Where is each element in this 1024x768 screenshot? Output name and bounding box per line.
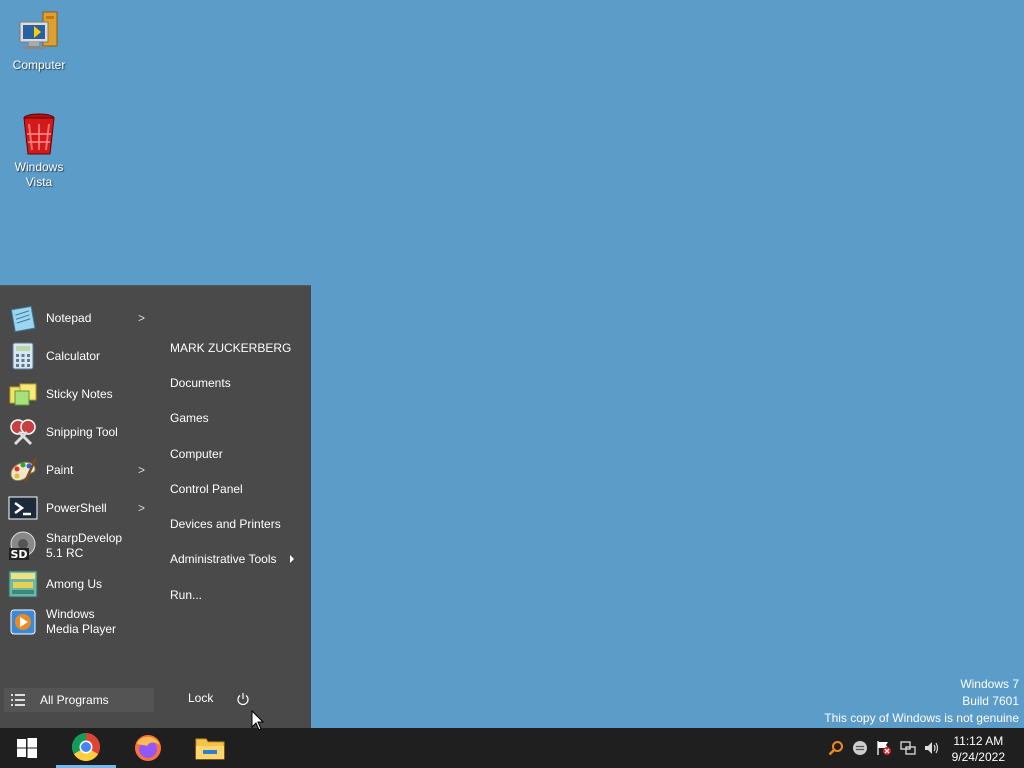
submenu-arrow-icon <box>290 555 294 564</box>
powershell-icon <box>8 496 38 520</box>
place-administrative-tools[interactable]: Administrative Tools <box>157 542 311 577</box>
desktop-icon-label: Windows Vista <box>14 160 64 189</box>
search-icon[interactable] <box>828 740 844 756</box>
desktop-icon-windows-vista[interactable]: Windows Vista <box>3 110 75 190</box>
place-computer[interactable]: Computer <box>157 436 311 471</box>
windows-logo-icon <box>17 738 37 758</box>
program-label: Among Us <box>46 576 103 591</box>
folder-icon <box>195 738 225 760</box>
clock-time: 11:12 AM <box>953 734 1004 748</box>
system-tray <box>828 728 948 768</box>
notepad-icon <box>10 305 36 333</box>
chrome-icon <box>72 732 100 761</box>
program-paint[interactable]: Paint > <box>0 451 155 489</box>
taskbar-firefox[interactable] <box>118 728 178 768</box>
place-label: Computer <box>170 446 223 461</box>
all-programs-button[interactable]: All Programs <box>4 688 154 712</box>
paint-icon <box>10 457 38 483</box>
volume-icon[interactable] <box>924 740 940 756</box>
list-icon <box>11 694 25 706</box>
among-us-icon <box>8 570 38 598</box>
taskbar: 11:12 AM 9/24/2022 <box>0 728 1024 768</box>
mouse-cursor-icon <box>251 710 264 731</box>
sticky-notes-icon <box>9 383 37 406</box>
program-label: Calculator <box>46 348 101 363</box>
taskbar-clock[interactable]: 11:12 AM 9/24/2022 <box>952 733 1005 765</box>
chat-icon[interactable] <box>852 740 868 756</box>
snipping-tool-icon <box>10 419 36 446</box>
places-list: MARK ZUCKERBERG Documents Games Computer… <box>157 330 311 612</box>
power-icon[interactable] <box>236 692 250 706</box>
place-user-folder[interactable]: MARK ZUCKERBERG <box>157 330 311 365</box>
place-label: Control Panel <box>170 481 243 496</box>
program-label: SharpDevelop 5.1 RC <box>46 531 123 560</box>
place-label: Devices and Printers <box>170 517 281 532</box>
action-center-flag-icon[interactable] <box>876 740 892 756</box>
program-calculator[interactable]: Calculator <box>0 337 155 375</box>
watermark-genuine-notice: This copy of Windows is not genuine <box>824 711 1019 725</box>
place-documents[interactable]: Documents <box>157 365 311 400</box>
chevron-right-icon[interactable]: > <box>138 311 145 325</box>
program-label: Paint <box>46 462 74 477</box>
place-games[interactable]: Games <box>157 401 311 436</box>
program-label: Windows Media Player <box>46 607 117 636</box>
computer-icon <box>15 8 63 56</box>
place-run[interactable]: Run... <box>157 577 311 612</box>
program-powershell[interactable]: PowerShell > <box>0 489 155 527</box>
svg-text:SD: SD <box>10 548 27 561</box>
desktop-icon-label: Computer <box>12 58 66 72</box>
program-list: Notepad > Calculator Sticky Notes Snippi… <box>0 299 155 641</box>
place-label: Administrative Tools <box>170 552 277 567</box>
clock-date: 9/24/2022 <box>951 750 1005 764</box>
media-player-icon <box>10 609 36 635</box>
place-label: MARK ZUCKERBERG <box>170 340 292 355</box>
chevron-right-icon[interactable]: > <box>138 463 145 477</box>
program-sticky-notes[interactable]: Sticky Notes <box>0 375 155 413</box>
place-control-panel[interactable]: Control Panel <box>157 471 311 506</box>
program-label: Sticky Notes <box>46 386 113 401</box>
place-label: Run... <box>170 587 203 602</box>
chevron-right-icon[interactable]: > <box>138 501 145 515</box>
place-devices-and-printers[interactable]: Devices and Printers <box>157 506 311 541</box>
desktop-icon-computer[interactable]: Computer <box>3 8 75 73</box>
program-label: Snipping Tool <box>46 424 118 439</box>
taskbar-chrome[interactable] <box>56 728 116 768</box>
place-label: Games <box>170 411 209 426</box>
network-icon[interactable] <box>900 740 916 756</box>
lock-button[interactable]: Lock <box>188 691 213 705</box>
program-label: PowerShell <box>46 500 107 515</box>
program-label: Notepad <box>46 310 92 325</box>
program-sharpdevelop[interactable]: SD SharpDevelop 5.1 RC <box>0 527 155 565</box>
start-menu: Notepad > Calculator Sticky Notes Snippi… <box>0 285 311 728</box>
program-windows-media-player[interactable]: Windows Media Player <box>0 603 155 641</box>
program-among-us[interactable]: Among Us <box>0 565 155 603</box>
firefox-icon <box>135 735 161 761</box>
place-label: Documents <box>170 375 231 390</box>
start-button[interactable] <box>0 728 54 768</box>
calculator-icon <box>12 342 34 370</box>
taskbar-file-explorer[interactable] <box>180 728 240 768</box>
watermark-build: Build 7601 <box>962 694 1019 708</box>
activation-watermark: Windows 7 Build 7601 This copy of Window… <box>824 676 1019 727</box>
recycle-bin-icon <box>15 110 63 158</box>
program-snipping-tool[interactable]: Snipping Tool <box>0 413 155 451</box>
watermark-os: Windows 7 <box>960 677 1019 691</box>
sharpdevelop-icon: SD <box>9 531 36 561</box>
program-notepad[interactable]: Notepad > <box>0 299 155 337</box>
all-programs-label: All Programs <box>40 693 109 707</box>
